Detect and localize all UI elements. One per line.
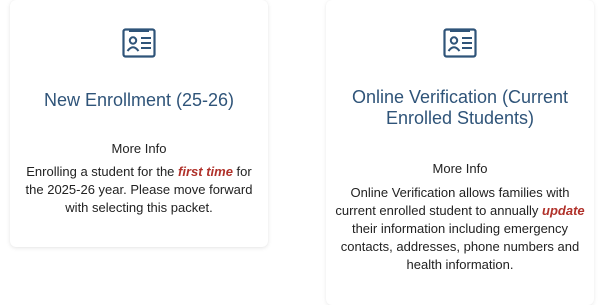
- id-card-icon: [122, 28, 156, 58]
- packet-card-new-enrollment[interactable]: New Enrollment (25-26) More Info Enrolli…: [10, 0, 268, 247]
- description-emphasis: first time: [178, 164, 233, 179]
- description-text: their information including emergency co…: [340, 221, 580, 272]
- card-title[interactable]: New Enrollment (25-26): [20, 90, 258, 111]
- id-card-icon: [443, 28, 477, 58]
- card-description: Online Verification allows families with…: [332, 184, 588, 274]
- description-text: Online Verification allows families with…: [335, 185, 570, 218]
- description-text: Enrolling a student for the: [26, 164, 179, 179]
- description-emphasis: update: [542, 203, 585, 218]
- packet-card-online-verification[interactable]: Online Verification (Current Enrolled St…: [326, 0, 594, 305]
- card-description: Enrolling a student for the first time f…: [16, 163, 262, 217]
- more-info-label: More Info: [432, 161, 488, 176]
- card-title[interactable]: Online Verification (Current Enrolled St…: [336, 87, 584, 129]
- more-info-label: More Info: [111, 141, 167, 156]
